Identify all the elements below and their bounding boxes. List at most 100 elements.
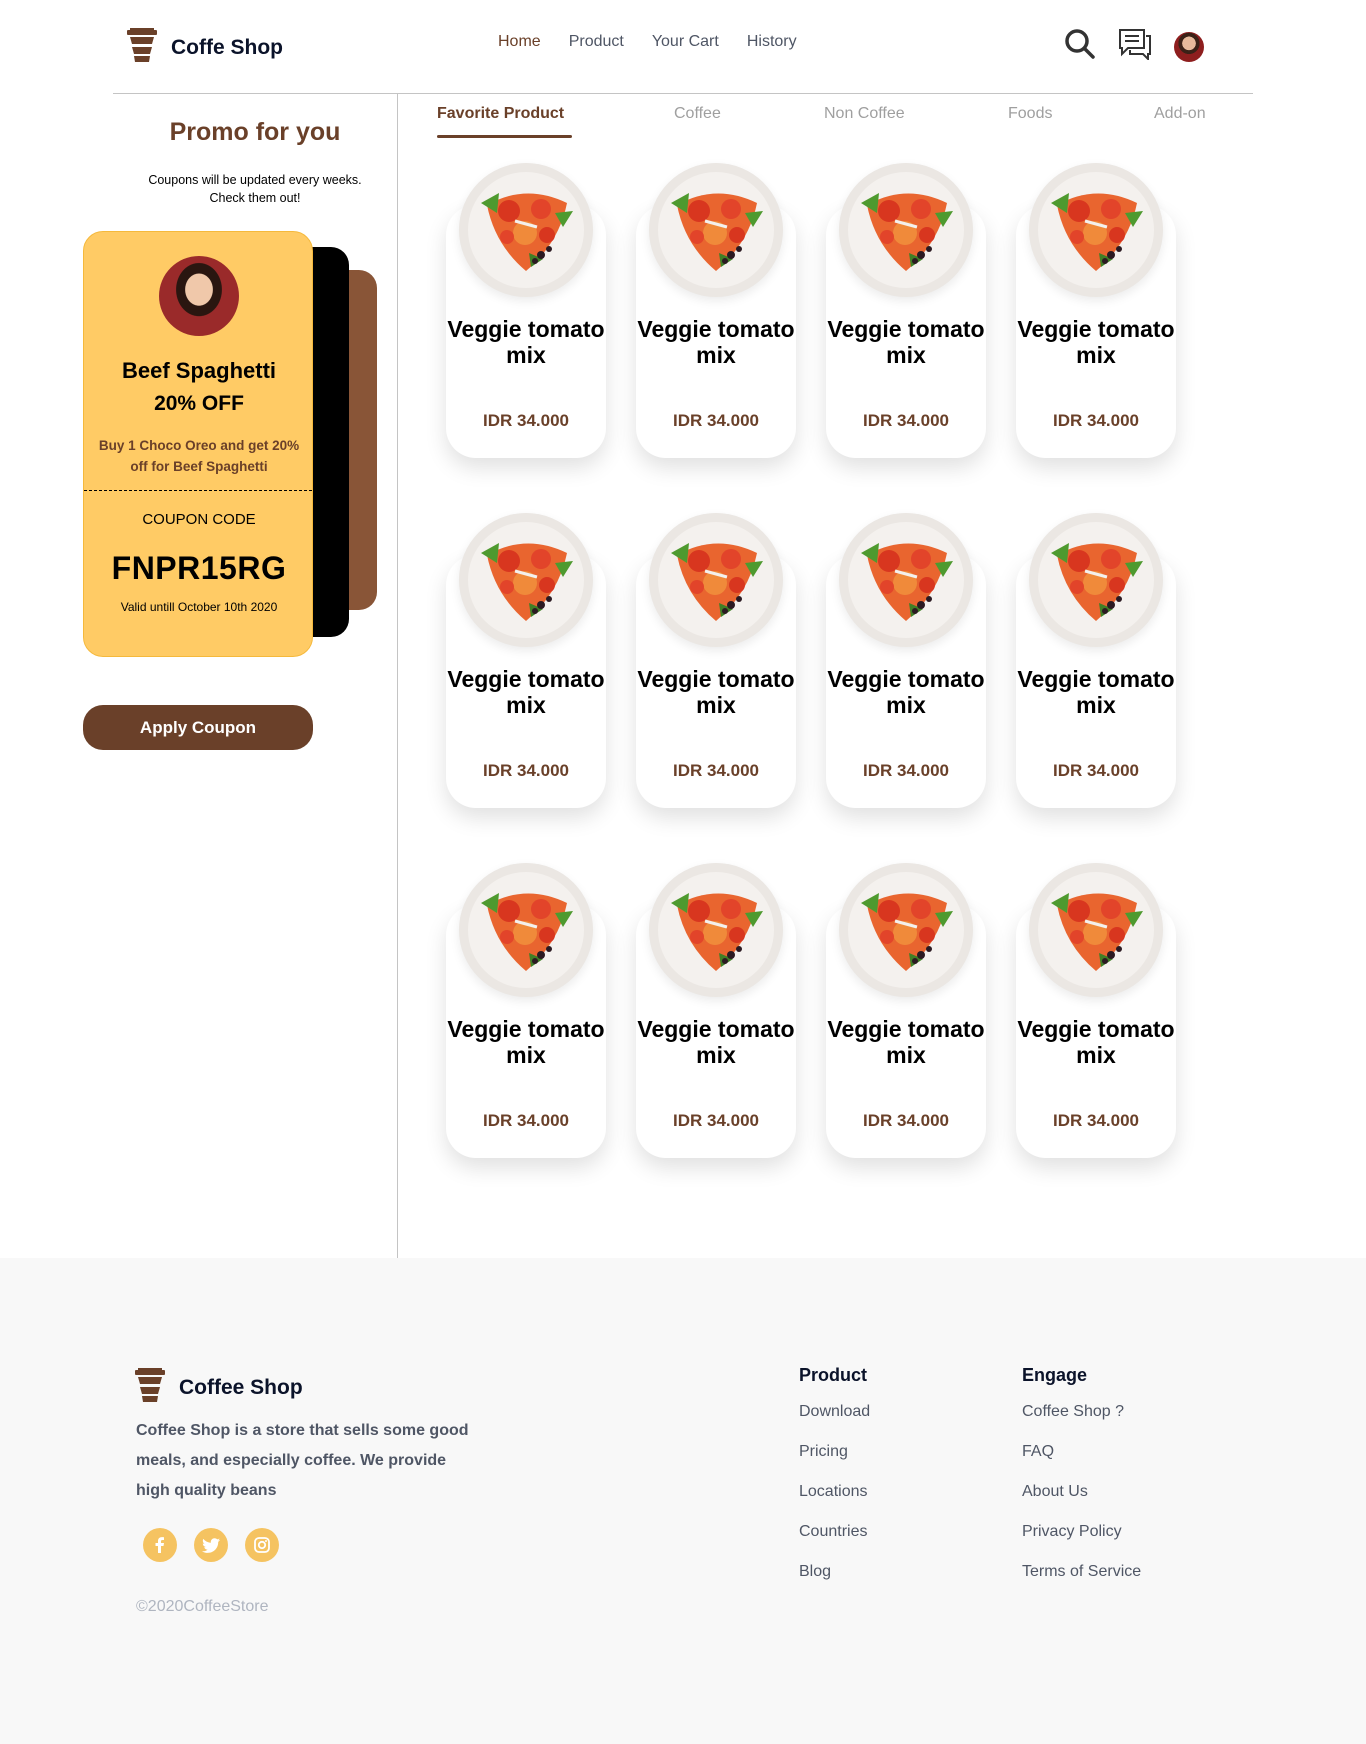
footer-link-countries[interactable]: Countries	[799, 1523, 870, 1563]
product-card[interactable]: Veggie tomato mix IDR 34.000	[446, 863, 606, 1158]
product-name: Veggie tomato mix	[637, 316, 795, 368]
product-image	[1029, 863, 1163, 997]
coffee-cup-icon	[127, 28, 157, 67]
nav-product[interactable]: Product	[569, 33, 624, 51]
footer-brand[interactable]: Coffee Shop	[135, 1368, 303, 1407]
product-image	[839, 163, 973, 297]
product-name: Veggie tomato mix	[447, 1016, 605, 1068]
facebook-icon[interactable]	[143, 1528, 177, 1562]
product-name: Veggie tomato mix	[827, 666, 985, 718]
footer-description: Coffee Shop is a store that sells some g…	[136, 1416, 486, 1506]
product-name: Veggie tomato mix	[447, 666, 605, 718]
product-price: IDR 34.000	[863, 1111, 949, 1130]
product-card[interactable]: Veggie tomato mix IDR 34.000	[1016, 863, 1176, 1158]
product-card[interactable]: Veggie tomato mix IDR 34.000	[446, 163, 606, 458]
instagram-icon[interactable]	[245, 1528, 279, 1562]
product-name: Veggie tomato mix	[827, 1016, 985, 1068]
footer-link-terms-of-service[interactable]: Terms of Service	[1022, 1563, 1141, 1603]
product-name: Veggie tomato mix	[1017, 316, 1175, 368]
product-price: IDR 34.000	[1053, 761, 1139, 780]
product-price: IDR 34.000	[1053, 1111, 1139, 1130]
product-card[interactable]: Veggie tomato mix IDR 34.000	[636, 163, 796, 458]
coupon-card[interactable]: Beef Spaghetti 20% OFF Buy 1 Choco Oreo …	[83, 231, 313, 657]
coupon-divider	[84, 490, 312, 491]
footer-link-coffee-shop[interactable]: Coffee Shop ?	[1022, 1403, 1141, 1443]
product-price: IDR 34.000	[673, 761, 759, 780]
promo-subtitle-line: Check them out!	[209, 191, 301, 205]
header-actions	[1064, 28, 1204, 65]
product-image	[459, 513, 593, 647]
promo-subtitle: Coupons will be updated every weeks. Che…	[0, 171, 510, 207]
product-price: IDR 34.000	[863, 411, 949, 430]
coupon-product-name: Beef Spaghetti	[121, 358, 277, 383]
coupon-code-label: COUPON CODE	[142, 511, 256, 528]
product-card[interactable]: Veggie tomato mix IDR 34.000	[1016, 513, 1176, 808]
product-card[interactable]: Veggie tomato mix IDR 34.000	[636, 513, 796, 808]
product-price: IDR 34.000	[673, 1111, 759, 1130]
category-tabs: Favorite Product Coffee Non Coffee Foods…	[437, 105, 1237, 139]
product-card[interactable]: Veggie tomato mix IDR 34.000	[826, 163, 986, 458]
product-image	[839, 863, 973, 997]
product-card[interactable]: Veggie tomato mix IDR 34.000	[826, 513, 986, 808]
promo-subtitle-line: Coupons will be updated every weeks.	[148, 173, 362, 187]
product-image	[839, 513, 973, 647]
product-card[interactable]: Veggie tomato mix IDR 34.000	[636, 863, 796, 1158]
search-icon[interactable]	[1064, 28, 1096, 65]
product-name: Veggie tomato mix	[827, 316, 985, 368]
nav-history[interactable]: History	[747, 33, 797, 51]
nav-your-cart[interactable]: Your Cart	[652, 33, 719, 51]
copyright: ©2020CoffeeStore	[136, 1598, 269, 1615]
brand[interactable]: Coffe Shop	[127, 28, 283, 67]
product-price: IDR 34.000	[673, 411, 759, 430]
header: Coffe Shop Home Product Your Cart Histor…	[0, 0, 1366, 94]
user-avatar[interactable]	[1174, 31, 1204, 62]
footer-link-blog[interactable]: Blog	[799, 1563, 870, 1603]
product-image	[1029, 163, 1163, 297]
product-name: Veggie tomato mix	[1017, 1016, 1175, 1068]
footer-link-download[interactable]: Download	[799, 1403, 870, 1443]
product-image	[1029, 513, 1163, 647]
promo-title: Promo for you	[169, 118, 341, 146]
chat-icon[interactable]	[1118, 28, 1152, 65]
product-image	[459, 163, 593, 297]
product-card[interactable]: Veggie tomato mix IDR 34.000	[446, 513, 606, 808]
footer-link-about-us[interactable]: About Us	[1022, 1483, 1141, 1523]
tab-add-on[interactable]: Add-on	[1154, 105, 1206, 123]
promo-panel: Promo for you Coupons will be updated ev…	[0, 94, 398, 1258]
product-image	[649, 513, 783, 647]
product-image	[649, 863, 783, 997]
coupon-code: FNPR15RG	[111, 550, 287, 586]
coffee-cup-icon	[135, 1368, 165, 1407]
footer-brand-name: Coffee Shop	[179, 1375, 303, 1399]
product-name: Veggie tomato mix	[637, 1016, 795, 1068]
product-price: IDR 34.000	[483, 1111, 569, 1130]
nav-home[interactable]: Home	[498, 33, 541, 51]
tab-coffee[interactable]: Coffee	[674, 105, 721, 123]
product-card[interactable]: Veggie tomato mix IDR 34.000	[826, 863, 986, 1158]
footer-link-locations[interactable]: Locations	[799, 1483, 870, 1523]
coupon-description: Buy 1 Choco Oreo and get 20% off for Bee…	[98, 438, 300, 474]
product-image	[649, 163, 783, 297]
apply-coupon-button[interactable]: Apply Coupon	[83, 705, 313, 750]
product-name: Veggie tomato mix	[1017, 666, 1175, 718]
coupon-avatar	[159, 256, 239, 336]
coupon-discount: 20% OFF	[154, 392, 244, 415]
product-price: IDR 34.000	[1053, 411, 1139, 430]
footer-link-pricing[interactable]: Pricing	[799, 1443, 870, 1483]
footer-product-title: Product	[799, 1365, 868, 1385]
product-price: IDR 34.000	[483, 761, 569, 780]
tab-foods[interactable]: Foods	[1008, 105, 1052, 123]
tab-non-coffee[interactable]: Non Coffee	[824, 105, 905, 123]
active-tab-indicator	[437, 135, 572, 138]
footer-link-privacy-policy[interactable]: Privacy Policy	[1022, 1523, 1141, 1563]
footer-engage-column: Engage Coffee Shop ? FAQ About Us Privac…	[1022, 1365, 1141, 1603]
footer-description-line: Coffee Shop is a store that sells some g…	[136, 1422, 469, 1439]
footer: Coffee Shop Coffee Shop is a store that …	[0, 1258, 1366, 1744]
tab-favorite-product[interactable]: Favorite Product	[437, 105, 564, 123]
product-card[interactable]: Veggie tomato mix IDR 34.000	[1016, 163, 1176, 458]
brand-name: Coffe Shop	[171, 35, 283, 59]
footer-description-line: high quality beans	[136, 1482, 277, 1499]
twitter-icon[interactable]	[194, 1528, 228, 1562]
footer-link-faq[interactable]: FAQ	[1022, 1443, 1141, 1483]
product-image	[459, 863, 593, 997]
